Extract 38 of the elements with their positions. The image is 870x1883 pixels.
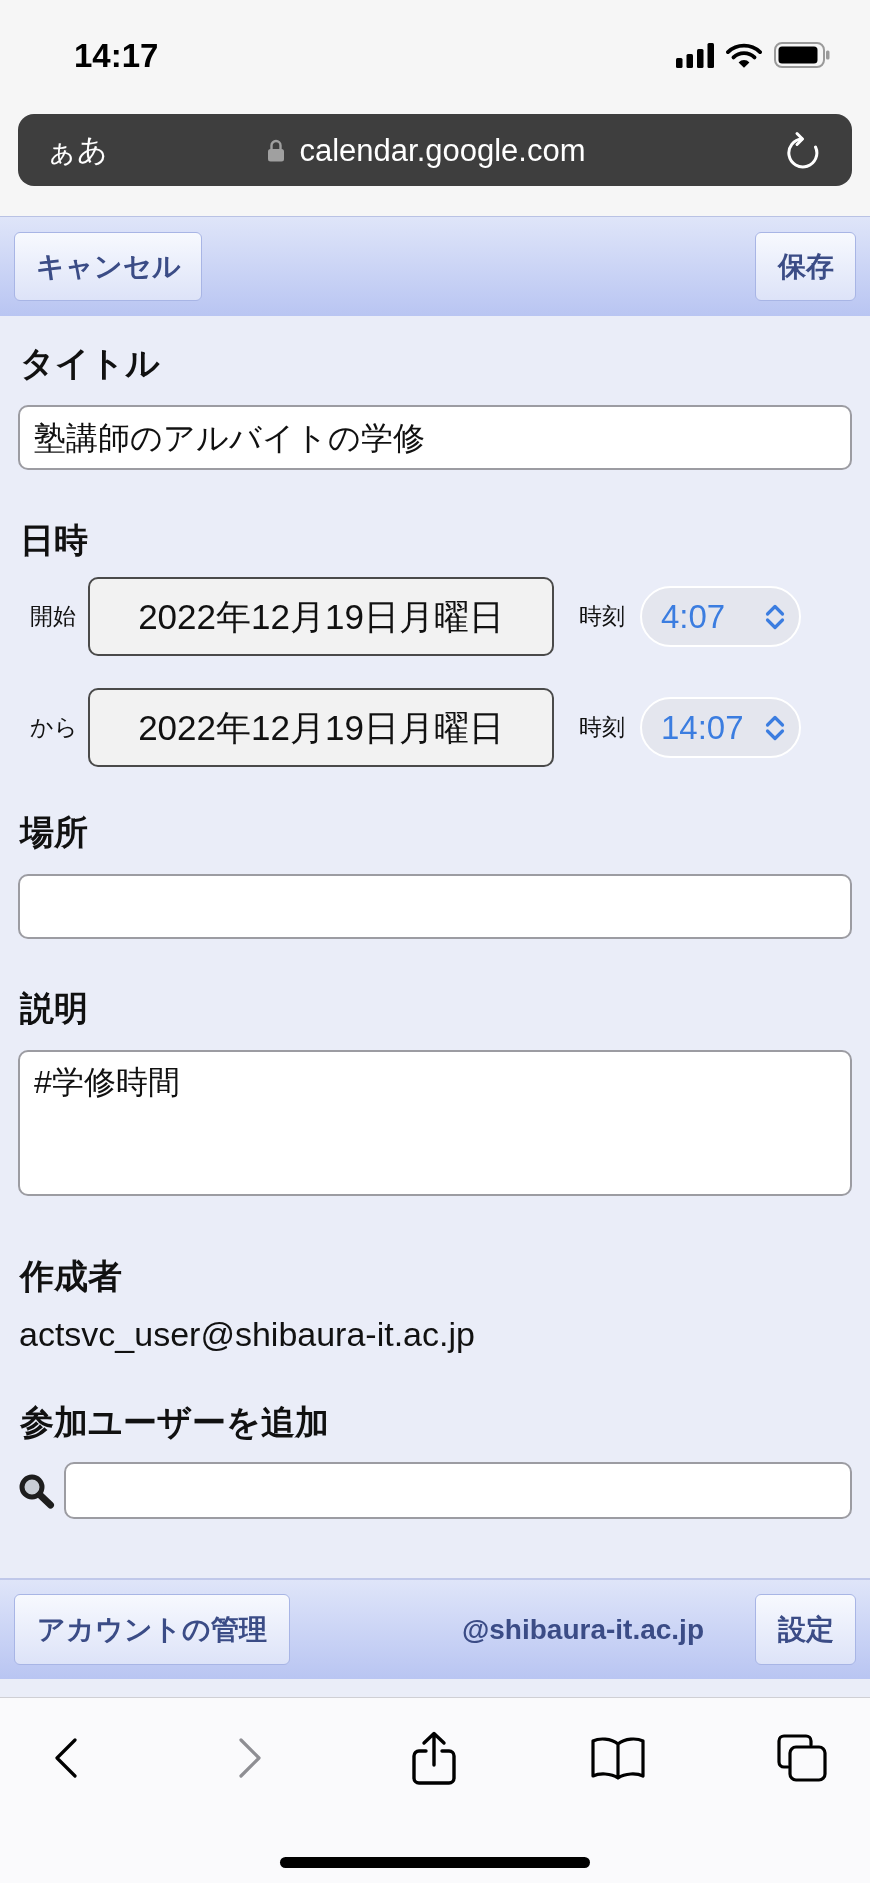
- settings-button[interactable]: 設定: [755, 1594, 856, 1665]
- save-button[interactable]: 保存: [755, 232, 856, 301]
- up-down-chevron-icon: [764, 713, 786, 742]
- book-icon[interactable]: [591, 1736, 645, 1780]
- battery-icon: [774, 42, 830, 68]
- share-icon[interactable]: [412, 1731, 456, 1785]
- row-label: 開始: [30, 605, 77, 628]
- description-textarea[interactable]: #学修時間: [18, 1050, 852, 1196]
- status-time: 14:17: [74, 38, 159, 72]
- field-label: 説明: [20, 988, 88, 1028]
- field-label: タイトル: [20, 343, 160, 383]
- domain-text: @shibaura-it.ac.jp: [461, 1615, 704, 1644]
- field-label: 場所: [20, 812, 88, 852]
- guest-search-input[interactable]: [64, 1462, 852, 1519]
- date-field[interactable]: 2022年12月19日月曜日: [88, 577, 554, 656]
- lock-icon: [267, 138, 286, 162]
- location-input[interactable]: [18, 874, 852, 939]
- wifi-icon: [726, 42, 762, 68]
- reload-icon[interactable]: [785, 131, 821, 169]
- search-icon: [18, 1472, 55, 1509]
- field-label: 作成者: [20, 1256, 122, 1296]
- time-label: 時刻: [579, 716, 626, 739]
- text-size-button[interactable]: ぁあ: [46, 135, 108, 165]
- row-label: から: [30, 716, 78, 739]
- field-label: 参加ユーザーを追加: [20, 1402, 329, 1442]
- signal-icon: [676, 42, 714, 68]
- up-down-chevron-icon: [764, 602, 786, 631]
- date-field[interactable]: 2022年12月19日月曜日: [88, 688, 554, 767]
- field-label: 日時: [20, 520, 88, 560]
- time-label: 時刻: [579, 605, 626, 628]
- creator-email: actsvc_user@shibaura-it.ac.jp: [19, 1314, 475, 1354]
- tabs-icon[interactable]: [776, 1733, 828, 1783]
- back-icon[interactable]: [54, 1738, 78, 1778]
- account-button[interactable]: アカウントの管理: [14, 1594, 290, 1665]
- cancel-button[interactable]: キャンセル: [14, 232, 202, 301]
- title-input[interactable]: 塾講師のアルバイトの学修: [18, 405, 852, 470]
- address-bar[interactable]: ぁあ calendar.google.com: [18, 114, 852, 186]
- url-text: calendar.google.com: [299, 134, 586, 166]
